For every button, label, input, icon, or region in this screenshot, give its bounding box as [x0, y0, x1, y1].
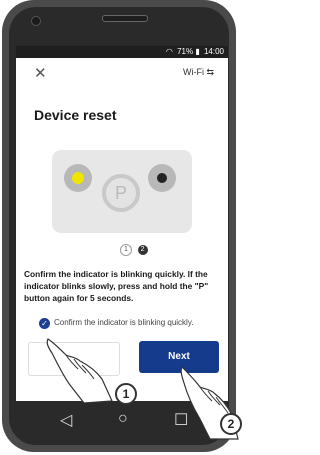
clock: 14:00	[203, 47, 224, 56]
earpiece-speaker	[102, 15, 148, 22]
pager-step-2: 2	[137, 245, 148, 255]
device-illustration: P	[52, 150, 192, 233]
instruction-text: Confirm the indicator is blinking quickl…	[24, 269, 209, 303]
p-button-illustration: P	[102, 174, 140, 212]
yellow-led-icon	[72, 172, 84, 184]
status-bar: ◠ 71% ▮ 14:00	[16, 46, 228, 58]
wifi-status-icon: ◠	[165, 47, 173, 56]
step-pager: 1 2	[120, 243, 148, 256]
top-bar: ✕ Wi-Fi ⇆	[16, 62, 228, 86]
callout-2-badge: 2	[220, 413, 242, 435]
p-button-label: P	[104, 176, 138, 210]
pager-step-1: 1	[120, 244, 132, 256]
page-title: Device reset	[34, 107, 117, 123]
wifi-mode-label: Wi-Fi ⇆	[182, 67, 214, 77]
indicator-light-right	[148, 164, 176, 192]
close-icon[interactable]: ✕	[34, 64, 47, 84]
front-camera	[31, 16, 41, 26]
home-nav-icon[interactable]: ○	[118, 410, 128, 428]
pointing-hand-1-icon	[46, 338, 113, 404]
battery-icon: ▮	[195, 47, 200, 56]
battery-percent: 71%	[177, 47, 194, 56]
indicator-light-left	[64, 164, 92, 192]
confirm-checkbox-label: Confirm the indicator is blinking quickl…	[54, 318, 194, 327]
confirm-checkbox-row[interactable]: ✓ Confirm the indicator is blinking quic…	[39, 318, 194, 329]
back-nav-icon[interactable]: ◁	[60, 410, 72, 430]
black-led-icon	[157, 173, 167, 183]
checkmark-icon[interactable]: ✓	[39, 318, 50, 329]
callout-1-badge: 1	[115, 383, 137, 405]
